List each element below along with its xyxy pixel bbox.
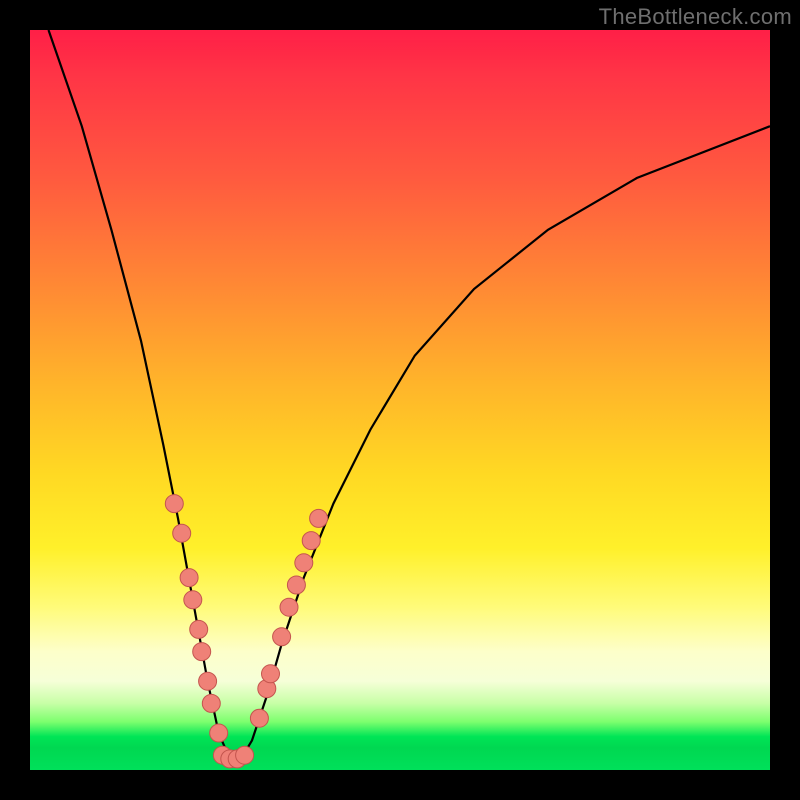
watermark-text: TheBottleneck.com — [599, 4, 792, 30]
data-marker — [199, 672, 217, 690]
data-marker — [273, 628, 291, 646]
data-marker — [190, 620, 208, 638]
data-marker — [210, 724, 228, 742]
data-marker — [250, 709, 268, 727]
data-marker — [165, 495, 183, 513]
data-marker — [262, 665, 280, 683]
data-marker — [180, 569, 198, 587]
data-marker — [202, 694, 220, 712]
data-marker — [173, 524, 191, 542]
chart-frame: TheBottleneck.com — [0, 0, 800, 800]
data-marker — [280, 598, 298, 616]
data-marker — [193, 643, 211, 661]
data-marker — [287, 576, 305, 594]
data-marker — [302, 532, 320, 550]
curve-layer — [30, 30, 770, 770]
data-marker — [295, 554, 313, 572]
data-marker — [236, 746, 254, 764]
marker-group — [165, 495, 327, 768]
data-marker — [184, 591, 202, 609]
plot-area — [30, 30, 770, 770]
data-marker — [310, 509, 328, 527]
bottleneck-curve — [49, 30, 771, 759]
